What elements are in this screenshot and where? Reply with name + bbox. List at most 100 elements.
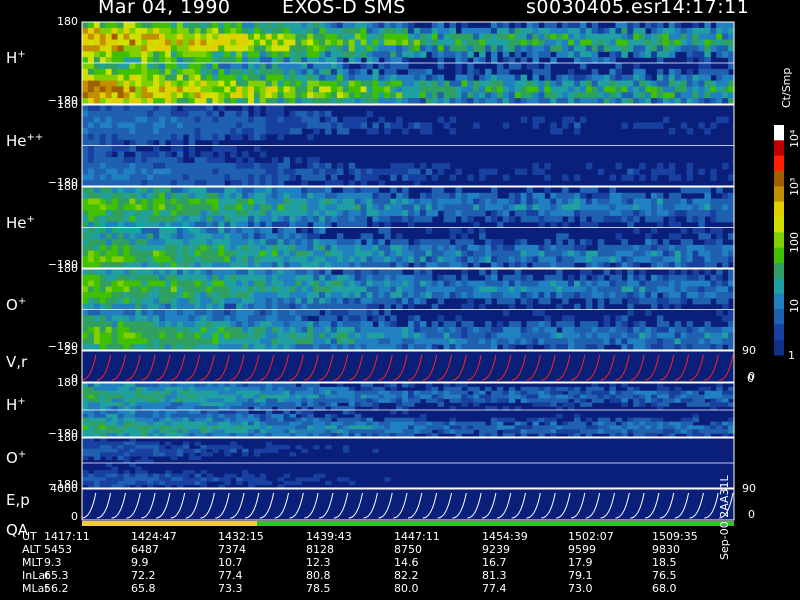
footer-cell: 82.2	[394, 569, 419, 582]
footer-cell: 77.4	[218, 569, 243, 582]
footer-cell: 9.9	[131, 556, 149, 569]
colorbar-swatch	[774, 217, 784, 233]
footer-cell: 79.1	[568, 569, 593, 582]
y-tick-top: 180	[57, 431, 78, 444]
panel-vr	[81, 350, 735, 383]
footer-cell: 1454:39	[482, 530, 528, 543]
y-right-tick-bottom: 0	[748, 508, 755, 521]
colorbar-swatch	[774, 278, 784, 295]
panel-o_plus_2	[81, 437, 735, 489]
footer-cell: 65.3	[44, 569, 69, 582]
footer-cell: 8750	[394, 543, 422, 556]
panel-he_pp	[81, 104, 735, 187]
y-tick-top: 180	[57, 376, 78, 389]
footer-cell: 9830	[652, 543, 680, 556]
footer-cell: 9.3	[44, 556, 62, 569]
panel-ep	[81, 488, 735, 521]
footer-cell: 10.7	[218, 556, 243, 569]
colorbar-swatch	[774, 263, 784, 279]
colorbar-swatch	[774, 125, 784, 141]
footer-cell: 1439:43	[306, 530, 352, 543]
footer-row-label: ALT	[22, 543, 41, 556]
panel-label-he_pp: He++	[6, 131, 44, 150]
footer-cell: 8128	[306, 543, 334, 556]
colorbar-tick: 0	[747, 372, 754, 385]
footer-cell: 16.7	[482, 556, 507, 569]
plot-area	[81, 21, 784, 526]
colorbar-swatch	[774, 171, 784, 187]
colorbar-tick: 10	[788, 299, 800, 313]
panel-o_plus	[81, 268, 735, 351]
footer-cell: 5453	[44, 543, 72, 556]
panel-he_plus	[81, 186, 735, 269]
footer-cell: 56.2	[44, 582, 69, 595]
colorbar-swatch	[774, 293, 784, 310]
footer-cell: 1447:11	[394, 530, 440, 543]
footer-cell: 14.6	[394, 556, 419, 569]
panel-label-h_plus: H+	[6, 49, 26, 67]
colorbar-swatch	[774, 247, 784, 264]
colorbar-unit: Ct/Smp	[780, 67, 793, 108]
footer-cell: 1417:11	[44, 530, 90, 543]
colorbar	[774, 125, 784, 356]
footer-cell: 65.8	[131, 582, 156, 595]
colorbar-tick: 10³	[788, 177, 800, 196]
footer-cell: 1509:35	[652, 530, 698, 543]
footer-cell: 9239	[482, 543, 510, 556]
qa-bar-group	[82, 521, 734, 526]
footer-cell: 7374	[218, 543, 246, 556]
colorbar-swatch	[774, 140, 784, 157]
panel-label-he_plus: He+	[6, 213, 35, 232]
footer-cell: 1424:47	[131, 530, 177, 543]
footer-cell: 81.3	[482, 569, 507, 582]
footer-row-label: MLT	[22, 556, 43, 569]
footer-cell: 80.8	[306, 569, 331, 582]
panel-label-vr: V,r	[6, 352, 28, 371]
footer-cell: 12.3	[306, 556, 331, 569]
footer-cell: 78.5	[306, 582, 331, 595]
footer-cell: 73.3	[218, 582, 243, 595]
y-tick-top: 4000	[50, 482, 78, 495]
panel-h_plus_2	[81, 382, 735, 438]
panel-h_plus	[81, 21, 735, 105]
panel-label-o_plus: O+	[6, 295, 27, 314]
footer-cell: 76.5	[652, 569, 677, 582]
y-tick-top: 180	[57, 15, 78, 28]
side-version-label: Sep-00 2AA31L	[718, 475, 731, 560]
panel-label-o_plus_2: O+	[6, 449, 27, 467]
footer-cell: 72.2	[131, 569, 156, 582]
footer-row-label: UT	[22, 530, 37, 543]
colorbar-swatch	[774, 339, 784, 356]
footer-cell: 17.9	[568, 556, 593, 569]
panel-label-ep: E,p	[6, 490, 30, 509]
colorbar-swatch	[774, 309, 784, 325]
y-tick-bottom: 0	[71, 510, 78, 523]
y-tick-top: 180	[57, 262, 78, 275]
y-right-tick-top: 90	[742, 344, 756, 357]
colorbar-swatch	[774, 201, 784, 218]
colorbar-swatch	[774, 186, 784, 203]
footer-cell: 77.4	[482, 582, 507, 595]
qa-bar-yellow	[82, 521, 257, 526]
colorbar-swatch	[774, 155, 784, 172]
footer-cell: 9599	[568, 543, 596, 556]
colorbar-tick: 1	[788, 349, 795, 362]
y-tick-top: 180	[57, 180, 78, 193]
qa-bar-green	[257, 521, 734, 526]
y-right-tick-top: 90	[742, 482, 756, 495]
footer-cell: 18.5	[652, 556, 677, 569]
footer-cell: 1432:15	[218, 530, 264, 543]
y-tick-top: 180	[57, 98, 78, 111]
footer-cell: 80.0	[394, 582, 419, 595]
panel-label-h_plus_2: H+	[6, 396, 26, 414]
panels-group	[81, 21, 735, 521]
colorbar-tick: 100	[788, 232, 800, 253]
footer-cell: 6487	[131, 543, 159, 556]
footer-cell: 1502:07	[568, 530, 614, 543]
y-tick-top: 25	[64, 344, 78, 357]
footer-cell: 73.0	[568, 582, 593, 595]
footer-cell: 68.0	[652, 582, 677, 595]
colorbar-swatch	[774, 324, 784, 341]
colorbar-tick: 10⁴	[788, 129, 800, 148]
colorbar-swatch	[774, 232, 784, 249]
